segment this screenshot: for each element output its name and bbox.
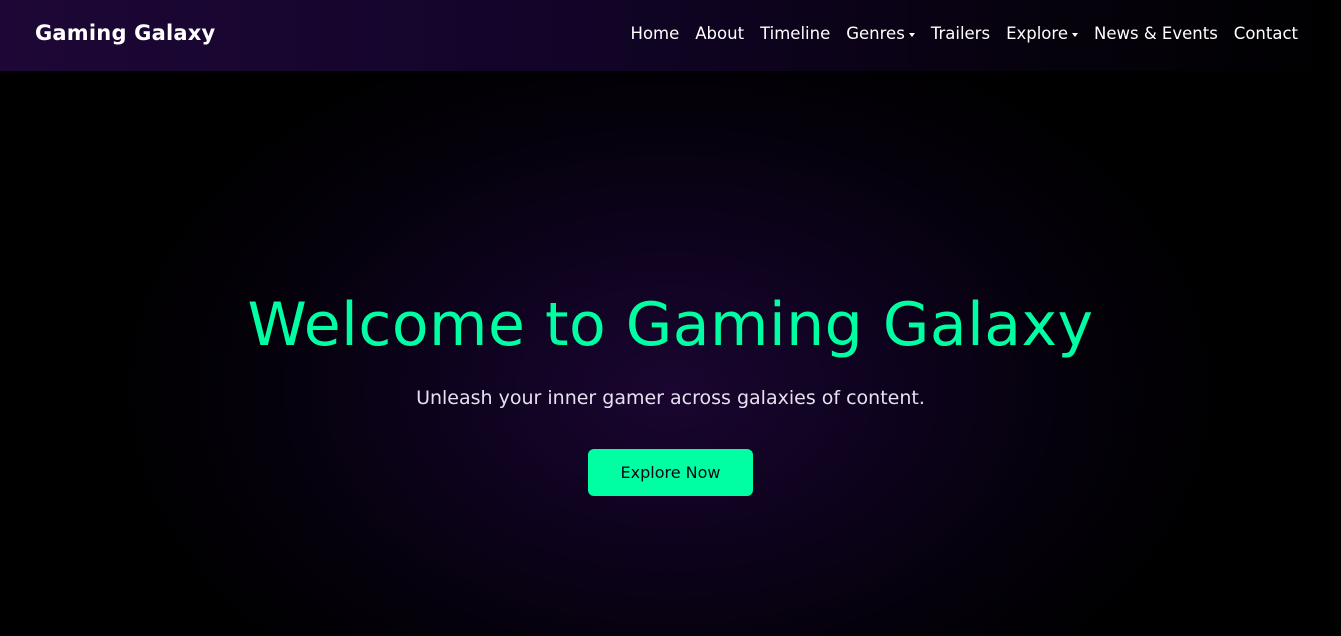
nav-dropdown-genres[interactable]: Genres: [846, 24, 915, 43]
caret-down-icon: [908, 32, 915, 37]
nav-link-about[interactable]: About: [695, 24, 744, 43]
nav-link-label: News & Events: [1093, 24, 1218, 43]
brand-logo[interactable]: Gaming Galaxy: [35, 21, 215, 45]
caret-down-icon: [1071, 32, 1078, 37]
nav-link-label: Contact: [1233, 24, 1298, 43]
nav-link-news-events[interactable]: News & Events: [1094, 24, 1218, 43]
nav-link-label: About: [695, 24, 745, 43]
nav-link-label: Trailers: [930, 24, 991, 43]
nav-link-timeline[interactable]: Timeline: [760, 24, 830, 43]
nav-link-home[interactable]: Home: [631, 24, 680, 43]
nav-dropdown-explore[interactable]: Explore: [1006, 24, 1078, 43]
hero-title: Welcome to Gaming Galaxy: [247, 290, 1094, 360]
hero-section: Welcome to Gaming Galaxy Unleash your in…: [0, 71, 1341, 636]
explore-now-button[interactable]: Explore Now: [588, 449, 753, 496]
nav-link-trailers[interactable]: Trailers: [931, 24, 990, 43]
nav-menu: Home About Timeline Genres Trailers Expl…: [631, 24, 1298, 43]
page: Gaming Galaxy Home About Timeline Genres…: [0, 0, 1341, 636]
nav-link-label: Home: [630, 24, 680, 43]
nav-link-contact[interactable]: Contact: [1234, 24, 1298, 43]
nav-link-label: Genres: [846, 24, 905, 43]
hero-subtitle: Unleash your inner gamer across galaxies…: [416, 387, 925, 409]
nav-link-label: Explore: [1006, 24, 1068, 43]
navbar: Gaming Galaxy Home About Timeline Genres…: [0, 0, 1341, 71]
nav-link-label: Timeline: [760, 24, 831, 43]
